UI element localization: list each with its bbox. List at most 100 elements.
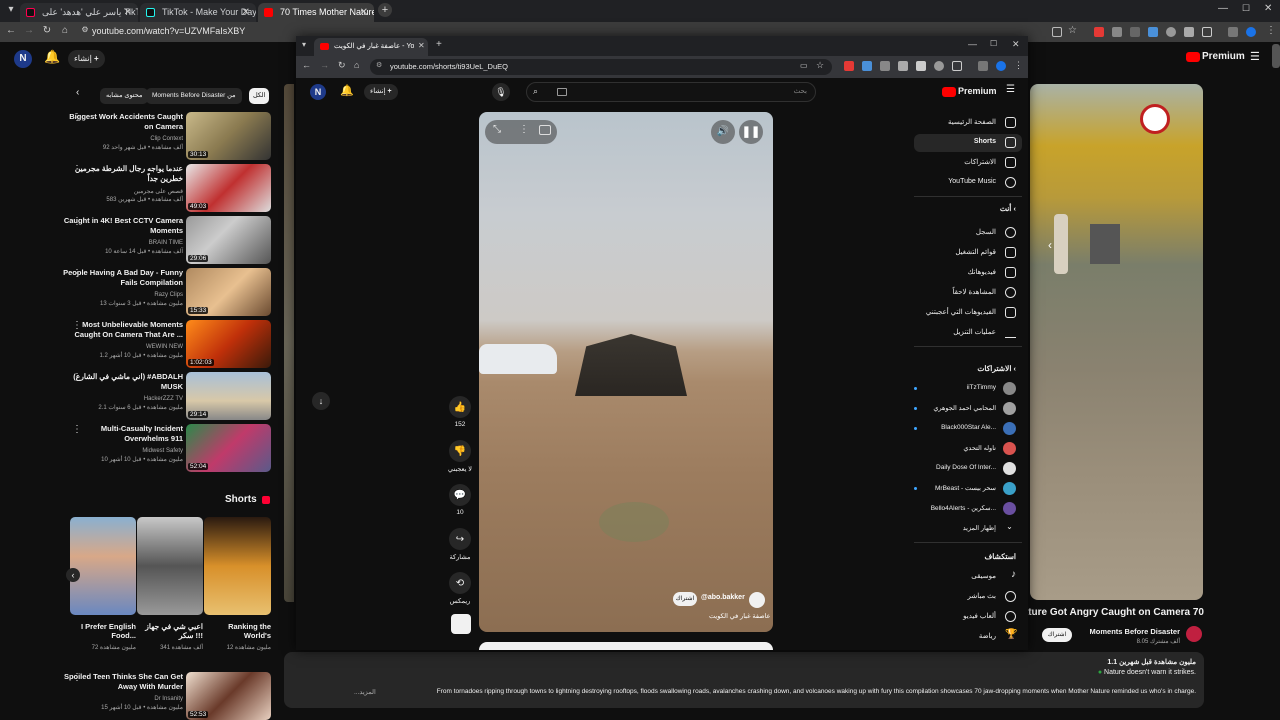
- remix-button[interactable]: ⟲ ريمكس: [448, 572, 472, 605]
- sound-thumbnail[interactable]: [451, 614, 471, 634]
- extension-icon[interactable]: [862, 61, 872, 71]
- sidebar-item-gaming[interactable]: ألعاب فيديو: [914, 608, 1016, 626]
- keyboard-icon[interactable]: [557, 88, 567, 96]
- list-item[interactable]: ⋮ People Having A Bad Day - Funny Fails …: [60, 268, 272, 316]
- tab-youtube[interactable]: 70 Times Mother Nature Got A ✕: [258, 3, 374, 22]
- screen-cast-icon[interactable]: [1052, 27, 1062, 37]
- sidebar-sub-item[interactable]: Black000Star Ale...: [914, 420, 1016, 438]
- channel-name[interactable]: Moments Before Disaster: [1084, 627, 1180, 636]
- site-info-icon[interactable]: ⚙: [376, 61, 382, 69]
- sidebar-item-music[interactable]: ♪ موسيقى: [914, 568, 1016, 586]
- video-thumbnail[interactable]: 1:02:03: [186, 320, 271, 368]
- cast-icon[interactable]: ▭: [800, 61, 808, 70]
- video-thumbnail[interactable]: 29:06: [186, 216, 271, 264]
- sidebar-item-liked[interactable]: الفيديوهات التي أعجبتني: [914, 304, 1016, 322]
- bell-icon[interactable]: 🔔: [340, 84, 354, 97]
- extension-icon[interactable]: [934, 61, 944, 71]
- url-text[interactable]: youtube.com/shorts/ti93UeL_DuEQ: [390, 62, 508, 71]
- avatar[interactable]: N: [14, 50, 32, 68]
- search-icon[interactable]: ⌕: [533, 86, 538, 97]
- collapse-icon[interactable]: ⤡: [493, 124, 501, 135]
- sidebar-sub-item[interactable]: MrBeast - سحر بيست: [914, 480, 1016, 498]
- sidebar-sub-item[interactable]: Daily Dose Of Inter...: [914, 460, 1016, 478]
- next-short-preview[interactable]: [479, 642, 773, 650]
- microphone-icon[interactable]: 🎙: [492, 83, 510, 101]
- search-input[interactable]: ⌕ بحث: [526, 82, 816, 102]
- profile-avatar[interactable]: [1246, 27, 1256, 37]
- short-thumbnail[interactable]: [204, 517, 271, 615]
- forward-icon[interactable]: →: [22, 25, 36, 36]
- extension-icon[interactable]: [1130, 27, 1140, 37]
- list-item[interactable]: ⋮ Most Unbelievable Moments Caught On Ca…: [60, 320, 272, 368]
- chevron-left-icon[interactable]: ‹: [76, 87, 79, 98]
- menu-icon[interactable]: [978, 61, 988, 71]
- url-text[interactable]: youtube.com/watch?v=UZVMFaIsXBY: [92, 26, 245, 36]
- sidebar-sub-item[interactable]: المحامي احمد الجوهري: [914, 400, 1016, 418]
- video-thumbnail[interactable]: 30:13: [186, 112, 271, 160]
- extension-icon[interactable]: [1112, 27, 1122, 37]
- arrow-down-icon[interactable]: ↓: [312, 392, 330, 410]
- extension-icon[interactable]: [1148, 27, 1158, 37]
- chip-all[interactable]: الكل: [249, 88, 270, 104]
- sidebar-item-your-videos[interactable]: فيديوهاتك: [914, 264, 1016, 282]
- sidebar-sub-item[interactable]: ناوله التحدي: [914, 440, 1016, 458]
- sidebar-item-playlists[interactable]: قوائم التشغيل: [914, 244, 1016, 262]
- sidebar-item-sports[interactable]: 🏆 رياضة: [914, 628, 1018, 646]
- close-window-icon[interactable]: ✕: [1012, 39, 1020, 50]
- short-video-player[interactable]: ⤡ ⋮ 🔊 ❚❚ @abo.bakker اشتراك عاصفة غبار ف…: [479, 112, 773, 632]
- sidebar-item-watch-later[interactable]: المشاهدة لاحقاً: [914, 284, 1016, 302]
- tab-search-icon[interactable]: ▾: [302, 40, 306, 49]
- tab-tiktok-1[interactable]: ياسر علي 'هدهد' على TikTok | ✕: [20, 3, 138, 22]
- reload-icon[interactable]: ↻: [40, 25, 54, 36]
- tab-search-icon[interactable]: ▾: [4, 4, 18, 18]
- maximize-icon[interactable]: ☐: [1242, 3, 1250, 14]
- prev-arrow-icon[interactable]: ‹: [1048, 238, 1052, 252]
- back-icon[interactable]: ←: [4, 25, 18, 36]
- volume-icon[interactable]: 🔊: [711, 120, 735, 144]
- reload-icon[interactable]: ↻: [338, 60, 346, 71]
- sidebar-item-history[interactable]: السجل: [914, 224, 1016, 242]
- back-icon[interactable]: ←: [302, 60, 311, 70]
- avatar[interactable]: N: [310, 84, 326, 100]
- site-info-icon[interactable]: ⚙: [78, 25, 92, 34]
- list-item[interactable]: ⋮ Multi-Casualty Incident Overwhelms 911…: [60, 424, 272, 472]
- list-item[interactable]: ⋮ (اني ماشي في الشارع) #ABDALH MUSK Hack…: [60, 372, 272, 420]
- extension-icon[interactable]: [1094, 27, 1104, 37]
- show-more-link[interactable]: ...المزيد: [354, 688, 376, 696]
- subscribe-button[interactable]: اشتراك: [673, 592, 697, 606]
- video-thumbnail[interactable]: 49:03: [186, 164, 271, 212]
- home-icon[interactable]: ⌂: [354, 60, 359, 70]
- sidebar-item-youtube-music[interactable]: YouTube Music: [914, 174, 1016, 192]
- channel-avatar[interactable]: [1186, 626, 1202, 642]
- sidebar-sub-item[interactable]: Bello4Alerts - سكرين...: [914, 500, 1016, 518]
- hamburger-icon[interactable]: ☰: [1006, 84, 1015, 95]
- you-section-header[interactable]: أنت ‹: [1000, 204, 1016, 213]
- short-channel-name[interactable]: @abo.bakker: [701, 594, 745, 601]
- video-thumbnail[interactable]: 52:53: [186, 672, 271, 720]
- close-icon[interactable]: ✕: [418, 41, 425, 50]
- chip-related[interactable]: محتوى مشابه: [100, 88, 149, 104]
- extensions-puzzle-icon[interactable]: [952, 61, 962, 71]
- close-icon[interactable]: ✕: [124, 3, 132, 22]
- omnibox[interactable]: ⚙ youtube.com/shorts/ti93UeL_DuEQ ▭ ☆: [370, 59, 832, 75]
- comments-button[interactable]: 💬 10: [448, 484, 472, 516]
- extension-icon[interactable]: [880, 61, 890, 71]
- video-thumbnail[interactable]: 29:14: [186, 372, 271, 420]
- kebab-menu-icon[interactable]: ⋮: [1266, 25, 1276, 36]
- channel-avatar[interactable]: [749, 592, 765, 608]
- extension-icon[interactable]: [1184, 27, 1194, 37]
- pause-icon[interactable]: ❚❚: [739, 120, 763, 144]
- minimize-icon[interactable]: —: [1218, 3, 1228, 14]
- like-button[interactable]: 👍 152: [448, 396, 472, 428]
- tab-youtube-short[interactable]: عاصفة غبار في الكويت - YouTube ✕: [314, 38, 428, 56]
- short-thumbnail[interactable]: [137, 517, 203, 615]
- share-button[interactable]: ↪ مشاركة: [448, 528, 472, 561]
- extension-icon[interactable]: [916, 61, 926, 71]
- tab-tiktok-2[interactable]: TikTok - Make Your Day ✕: [140, 3, 256, 22]
- video-thumbnail[interactable]: 52:04: [186, 424, 271, 472]
- main-video-player[interactable]: [1030, 84, 1203, 600]
- sidebar-sub-item[interactable]: iiTzTimmy: [914, 380, 1016, 398]
- sidebar-item-subscriptions[interactable]: الاشتراكات: [914, 154, 1016, 172]
- premium-logo[interactable]: Premium: [958, 86, 997, 96]
- bell-icon[interactable]: 🔔: [44, 49, 60, 65]
